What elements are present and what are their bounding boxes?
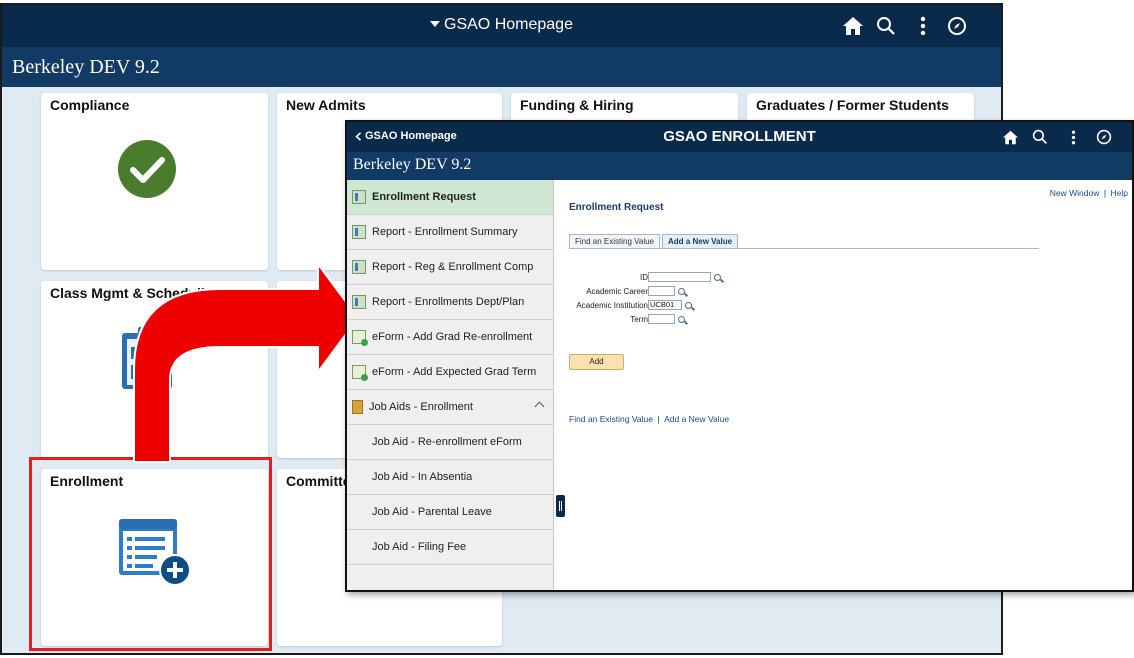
tile-title: Advisc (286, 285, 332, 301)
new-window-link[interactable]: New Window (1050, 188, 1100, 198)
left-navigation-panel: Enrollment Request Report - Enrollment S… (347, 180, 554, 590)
tile-compliance[interactable]: Compliance (41, 93, 268, 270)
tile-title: Graduates / Former Students (756, 97, 949, 113)
tile-title: Class Mgmt & Scheduling (50, 285, 222, 301)
page-title: Enrollment Request (569, 202, 664, 213)
page-icon (352, 260, 366, 274)
tile-class-mgmt-scheduling[interactable]: Class Mgmt & Scheduling (41, 281, 268, 458)
page-icon (352, 190, 366, 204)
enrollment-brand: Berkeley DEV 9.2 (353, 156, 472, 173)
clipboard-icon (122, 327, 172, 389)
nav-item-job-aid-reenrollment-eform[interactable]: Job Aid - Re-enrollment eForm (347, 425, 553, 460)
enrollment-tile-highlight-box (29, 457, 272, 651)
nav-item-report-enrollment-summary[interactable]: Report - Enrollment Summary (347, 215, 553, 250)
academic-institution-row: Academic Institution UCB01 (569, 300, 692, 310)
tab-find-existing-value[interactable]: Find an Existing Value (569, 234, 661, 249)
help-link[interactable]: Help (1111, 188, 1128, 198)
nav-item-job-aid-parental-leave[interactable]: Job Aid - Parental Leave (347, 495, 553, 530)
term-input[interactable] (648, 314, 675, 324)
nav-item-job-aids-enrollment[interactable]: Job Aids - Enrollment (347, 390, 553, 425)
link-separator: | (1103, 188, 1107, 198)
lookup-icon[interactable] (685, 301, 692, 309)
more-options-icon[interactable] (1057, 122, 1089, 152)
more-options-icon[interactable] (906, 5, 940, 47)
nav-item-enrollment-request[interactable]: Enrollment Request (347, 180, 553, 215)
nav-item-eform-add-expected-grad-term[interactable]: eForm - Add Expected Grad Term (347, 355, 553, 390)
add-new-value-link[interactable]: Add a New Value (664, 414, 729, 424)
add-button[interactable]: Add (569, 354, 624, 370)
link-separator: | (657, 414, 660, 424)
lookup-icon[interactable] (678, 287, 685, 295)
homepage-nav-icons (840, 5, 974, 47)
academic-institution-input[interactable]: UCB01 (648, 300, 682, 310)
tile-title: Committe (286, 473, 351, 489)
homepage-brand: Berkeley DEV 9.2 (12, 56, 160, 78)
nav-item-report-reg-enrollment-comp[interactable]: Report - Reg & Enrollment Comp (347, 250, 553, 285)
id-row: ID (569, 272, 721, 282)
id-input[interactable] (648, 272, 711, 282)
academic-career-input[interactable] (648, 286, 675, 296)
id-label: ID (640, 272, 648, 282)
search-icon[interactable] (1023, 122, 1057, 152)
nav-item-eform-add-grad-reenrollment[interactable]: eForm - Add Grad Re-enrollment (347, 320, 553, 355)
eform-icon (352, 330, 368, 346)
eform-icon (352, 365, 368, 381)
tile-title: New Admits (286, 97, 366, 113)
lookup-icon[interactable] (678, 315, 685, 323)
tab-divider (569, 248, 1039, 249)
checkmark-icon (118, 140, 176, 198)
navbar-compass-icon[interactable] (1089, 122, 1119, 152)
tab-add-new-value[interactable]: Add a New Value (662, 234, 739, 249)
nav-item-job-aid-in-absentia[interactable]: Job Aid - In Absentia (347, 460, 553, 495)
page-icon (352, 225, 366, 239)
academic-career-row: Academic Career (569, 286, 685, 296)
navbar-compass-icon[interactable] (940, 5, 974, 47)
academic-institution-label: Academic Institution (576, 300, 648, 310)
enrollment-content: New Window | Help Enrollment Request Fin… (554, 180, 1132, 590)
nav-item-report-enrollments-dept-plan[interactable]: Report - Enrollments Dept/Plan (347, 285, 553, 320)
tile-title: Funding & Hiring (520, 97, 634, 113)
lookup-icon[interactable] (714, 273, 721, 281)
tile-title: Compliance (50, 97, 130, 113)
page-icon (352, 295, 366, 309)
academic-career-label: Academic Career (586, 286, 648, 296)
home-icon[interactable] (997, 122, 1023, 152)
home-icon[interactable] (840, 5, 866, 47)
enrollment-window: GSAO Homepage GSAO ENROLLMENT Berkeley D… (345, 120, 1134, 592)
chevron-up-icon (534, 401, 545, 412)
caret-down-icon (430, 21, 441, 27)
find-existing-value-link[interactable]: Find an Existing Value (569, 414, 653, 424)
enrollment-nav-icons (997, 122, 1119, 152)
search-tabs: Find an Existing Value Add a New Value (569, 234, 740, 249)
term-label: Term (630, 314, 648, 324)
folder-icon (352, 400, 363, 414)
search-icon[interactable] (866, 5, 906, 47)
nav-item-job-aid-filing-fee[interactable]: Job Aid - Filing Fee (347, 530, 553, 565)
term-row: Term (569, 314, 685, 324)
